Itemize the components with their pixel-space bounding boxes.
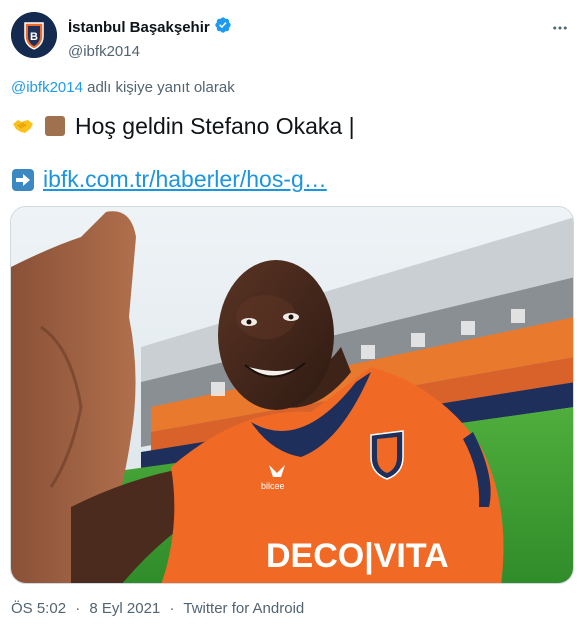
jersey-sponsor-text: DECO|VITA — [266, 537, 449, 575]
author-name[interactable]: İstanbul Başakşehir — [68, 19, 210, 36]
jersey-maker-text: bilcee — [261, 481, 285, 491]
reply-suffix: adlı kişiye yanıt olarak — [87, 79, 235, 96]
tweet-header: B İstanbul Başakşehir @ibfk2014 — [11, 12, 572, 64]
tweet-text-line: Hoş geldin Stefano Okaka | — [75, 113, 355, 139]
author-handle[interactable]: @ibfk2014 — [68, 43, 232, 60]
tweet-metadata: ÖS 5:02 · 8 Eyl 2021 · Twitter for Andro… — [11, 600, 304, 617]
reply-context: @ibfk2014 adlı kişiye yanıt olarak — [11, 79, 235, 96]
meta-separator-1: · — [75, 600, 81, 617]
author-block[interactable]: İstanbul Başakşehir @ibfk2014 — [68, 16, 232, 60]
tweet-link-row: ibfk.com.tr/haberler/hos-g… — [11, 166, 327, 193]
tweet-source[interactable]: Twitter for Android — [183, 600, 304, 617]
reply-mention-link[interactable]: @ibfk2014 — [11, 79, 83, 96]
tweet-body: Hoş geldin Stefano Okaka | — [11, 112, 355, 140]
svg-text:B: B — [30, 31, 38, 43]
brown-square-emoji-icon — [43, 114, 67, 138]
tweet-date[interactable]: 8 Eyl 2021 — [89, 600, 160, 617]
avatar[interactable]: B — [11, 12, 57, 58]
handshake-emoji-icon — [11, 114, 35, 138]
tweet-photo[interactable]: bilcee DECO|VITA — [10, 206, 574, 584]
tweet-link[interactable]: ibfk.com.tr/haberler/hos-g… — [43, 166, 327, 193]
meta-separator-2: · — [169, 600, 175, 617]
verified-badge-icon — [214, 16, 232, 39]
tweet-time[interactable]: ÖS 5:02 — [11, 600, 66, 617]
more-horizontal-icon[interactable] — [550, 18, 570, 38]
right-arrow-emoji-icon — [11, 168, 35, 192]
